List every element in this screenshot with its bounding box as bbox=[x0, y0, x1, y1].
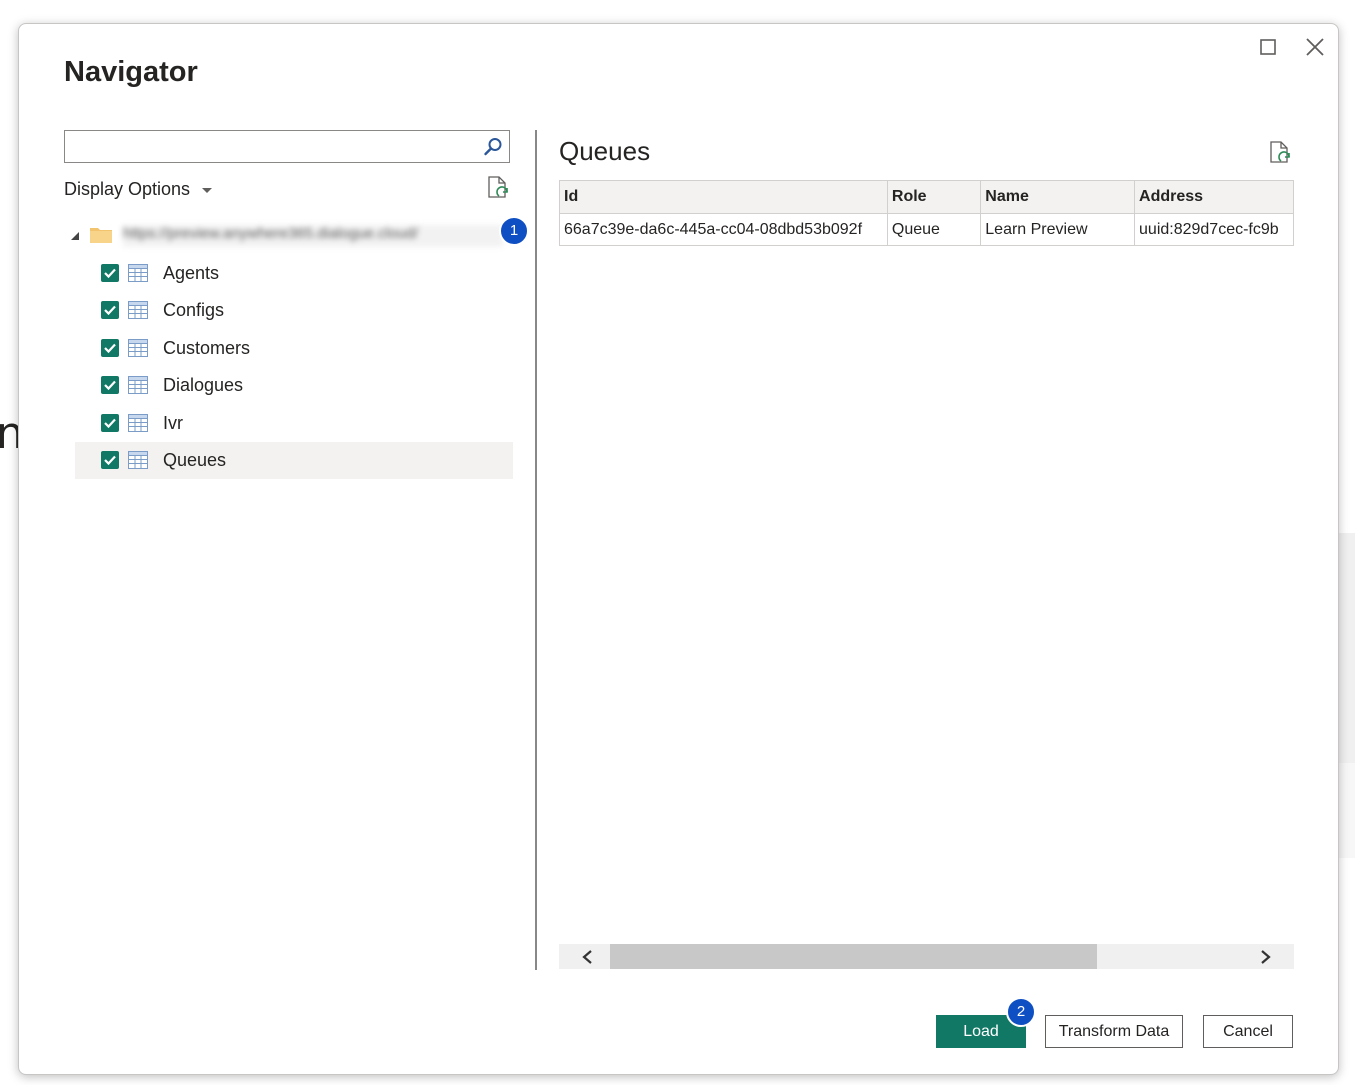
checkmark-icon bbox=[104, 268, 116, 279]
checkbox[interactable] bbox=[101, 414, 119, 432]
refresh-document-icon bbox=[488, 176, 508, 198]
tree-root-node[interactable]: https://preview.anywhere365.dialogue.clo… bbox=[71, 221, 521, 249]
table-cell: 66a7c39e-da6c-445a-cc04-08dbd53b092f bbox=[559, 213, 888, 246]
column-header[interactable]: Name bbox=[980, 180, 1136, 214]
checkmark-icon bbox=[104, 380, 116, 391]
background-panel-lower bbox=[1338, 763, 1355, 858]
tree-item-ivr[interactable]: Ivr bbox=[75, 405, 513, 442]
collapse-arrow-icon[interactable] bbox=[71, 232, 79, 240]
preview-title: Queues bbox=[559, 136, 651, 166]
tree-item-agents[interactable]: Agents bbox=[75, 255, 513, 292]
checkmark-icon bbox=[104, 343, 116, 354]
table-cell: uuid:829d7cec-fc9b bbox=[1134, 213, 1294, 246]
scrollbar-thumb[interactable] bbox=[610, 944, 1097, 969]
step-badge-2: 2 bbox=[1006, 997, 1036, 1027]
table-icon bbox=[128, 339, 148, 357]
close-icon bbox=[1306, 38, 1324, 56]
checkbox[interactable] bbox=[101, 339, 119, 357]
maximize-button[interactable] bbox=[1255, 34, 1281, 60]
pane-divider[interactable] bbox=[535, 130, 537, 970]
checkbox[interactable] bbox=[101, 376, 119, 394]
tree-item-label: Dialogues bbox=[163, 375, 244, 395]
chevron-down-icon bbox=[202, 187, 213, 193]
column-header[interactable]: Address bbox=[1134, 180, 1294, 214]
table-icon bbox=[128, 376, 148, 394]
tree-item-label: Customers bbox=[163, 338, 251, 358]
background-panel bbox=[1338, 533, 1355, 763]
display-options-dropdown[interactable]: Display Options bbox=[64, 179, 213, 200]
checkbox[interactable] bbox=[101, 264, 119, 282]
cancel-button[interactable]: Cancel bbox=[1203, 1015, 1293, 1048]
table-icon bbox=[128, 451, 148, 469]
checkmark-icon bbox=[104, 418, 116, 429]
search-input[interactable] bbox=[64, 130, 510, 163]
table-cell: Queue bbox=[886, 213, 982, 246]
tree-item-configs[interactable]: Configs bbox=[75, 292, 513, 329]
checkmark-icon bbox=[104, 305, 116, 316]
tree-item-label: Ivr bbox=[163, 413, 183, 433]
step-badge-1: 1 bbox=[499, 216, 529, 246]
horizontal-scrollbar[interactable] bbox=[559, 944, 1294, 969]
tree-item-label: Queues bbox=[163, 450, 227, 470]
checkmark-icon bbox=[104, 455, 116, 466]
refresh-button-preview[interactable] bbox=[1268, 140, 1292, 168]
tree-item-queues[interactable]: Queues bbox=[75, 442, 513, 479]
transform-data-button[interactable]: Transform Data bbox=[1045, 1015, 1183, 1048]
tree-item-label: Configs bbox=[163, 300, 225, 320]
checkbox[interactable] bbox=[101, 451, 119, 469]
table-row: 66a7c39e-da6c-445a-cc04-08dbd53b092f Queu… bbox=[559, 213, 1294, 246]
table-cell: Learn Preview bbox=[980, 213, 1136, 246]
scroll-left-icon[interactable] bbox=[581, 950, 595, 964]
navigator-dialog: Navigator Display Options https://previe… bbox=[18, 23, 1339, 1075]
tree-item-label: Agents bbox=[163, 263, 220, 283]
refresh-document-icon bbox=[1270, 141, 1290, 163]
close-button[interactable] bbox=[1302, 34, 1328, 60]
scroll-right-icon[interactable] bbox=[1258, 950, 1272, 964]
column-header[interactable]: Role bbox=[886, 180, 982, 214]
display-options-label: Display Options bbox=[64, 179, 191, 199]
tree-item-dialogues[interactable]: Dialogues bbox=[75, 367, 513, 404]
table-header-row: Id Role Name Address bbox=[559, 180, 1294, 214]
preview-table-container: Id Role Name Address 66a7c39e-da6c-445a-cc0… bbox=[559, 180, 1294, 250]
checkbox[interactable] bbox=[101, 301, 119, 319]
maximize-icon bbox=[1260, 39, 1276, 55]
search-icon[interactable] bbox=[483, 137, 503, 157]
root-url-label: https://preview.anywhere365.dialogue.clo… bbox=[123, 225, 503, 247]
folder-icon bbox=[90, 228, 112, 243]
column-header[interactable]: Id bbox=[559, 180, 888, 214]
preview-table: Id Role Name Address 66a7c39e-da6c-445a-cc0… bbox=[559, 180, 1294, 246]
tree-item-customers[interactable]: Customers bbox=[75, 330, 513, 367]
table-icon bbox=[128, 264, 148, 282]
table-icon bbox=[128, 301, 148, 319]
refresh-button-left[interactable] bbox=[486, 175, 510, 203]
table-icon bbox=[128, 414, 148, 432]
dialog-title: Navigator bbox=[64, 56, 198, 88]
